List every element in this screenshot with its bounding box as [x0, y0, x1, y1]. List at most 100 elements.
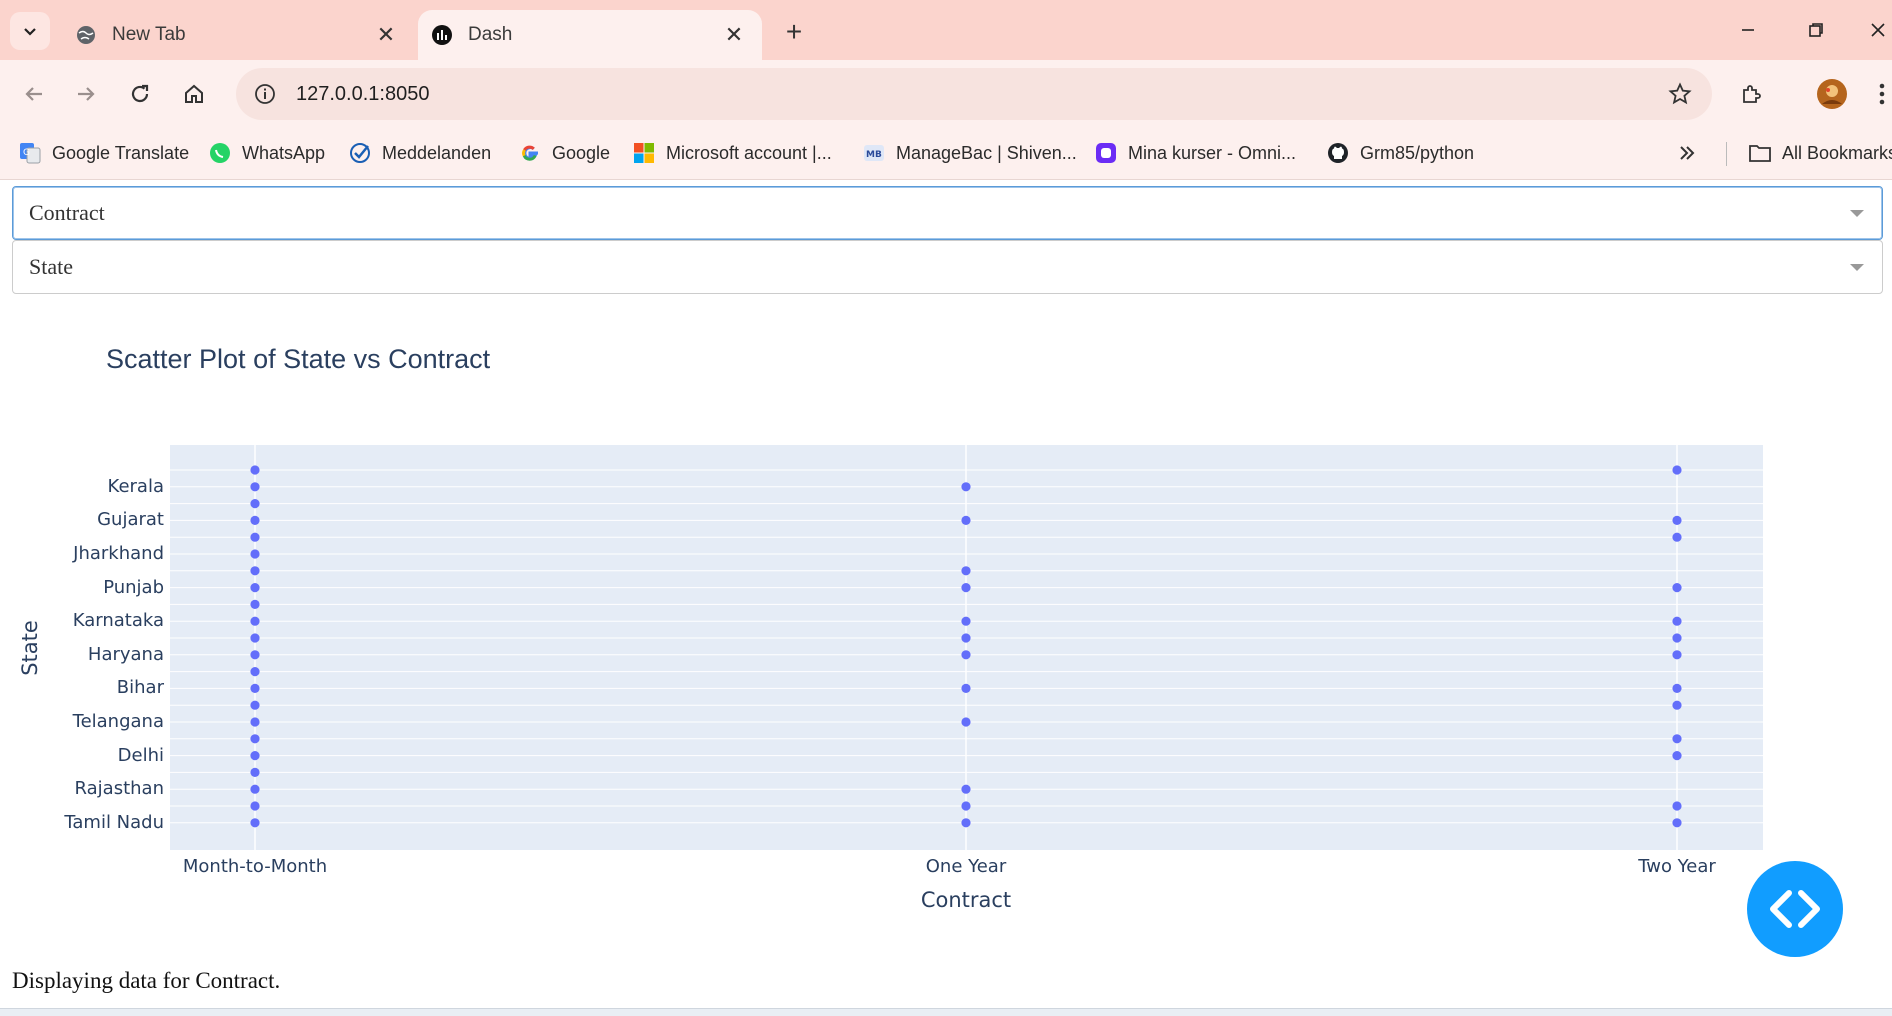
bookmark-microsoft-account[interactable]: Microsoft account |...: [632, 138, 832, 168]
scatter-point[interactable]: [961, 566, 971, 576]
scatter-point[interactable]: [1672, 465, 1682, 475]
scatter-point[interactable]: [250, 767, 260, 777]
bookmark-mina-kurser[interactable]: Mina kurser - Omni...: [1094, 138, 1296, 168]
scatter-point[interactable]: [961, 583, 971, 593]
scatter-point[interactable]: [1672, 532, 1682, 542]
scatter-point[interactable]: [1672, 818, 1682, 828]
y-axis-dropdown[interactable]: State: [12, 240, 1883, 294]
bookmark-google[interactable]: Google: [518, 138, 610, 168]
scatter-point[interactable]: [961, 683, 971, 693]
bookmark-github[interactable]: Grm85/python: [1326, 138, 1474, 168]
y-axis-title: State: [18, 620, 42, 676]
tab-new-tab[interactable]: New Tab ✕: [62, 10, 414, 60]
scatter-chart[interactable]: Scatter Plot of State vs Contract Kerala…: [0, 300, 1892, 940]
scatter-point[interactable]: [1672, 683, 1682, 693]
window-close-button[interactable]: [1864, 12, 1892, 48]
all-bookmarks-label: All Bookmarks: [1782, 142, 1892, 163]
address-url[interactable]: 127.0.0.1:8050: [296, 83, 1660, 106]
scatter-point[interactable]: [961, 801, 971, 811]
scatter-point[interactable]: [1672, 583, 1682, 593]
scatter-point[interactable]: [1672, 616, 1682, 626]
minimize-button[interactable]: [1728, 12, 1768, 48]
bookmark-star-icon[interactable]: [1660, 74, 1700, 114]
scatter-point[interactable]: [961, 784, 971, 794]
close-icon: [1871, 23, 1885, 37]
plot-area[interactable]: [0, 300, 1892, 940]
scatter-point[interactable]: [250, 616, 260, 626]
scatter-point[interactable]: [250, 650, 260, 660]
scatter-point[interactable]: [961, 650, 971, 660]
back-button[interactable]: [14, 74, 54, 114]
bookmark-managebac[interactable]: MB ManageBac | Shiven...: [862, 138, 1077, 168]
scatter-point[interactable]: [250, 465, 260, 475]
close-icon[interactable]: ✕: [372, 21, 400, 49]
scatter-point[interactable]: [250, 482, 260, 492]
y-tick-label: Bihar: [116, 677, 164, 699]
caret-down-icon[interactable]: [1850, 209, 1864, 217]
x-tick-label: One Year: [925, 856, 1007, 877]
scatter-point[interactable]: [961, 515, 971, 525]
bookmarks-overflow-button[interactable]: [1678, 138, 1696, 168]
scatter-point[interactable]: [1672, 700, 1682, 710]
scatter-point[interactable]: [961, 717, 971, 727]
home-button[interactable]: [174, 74, 214, 114]
scatter-point[interactable]: [961, 616, 971, 626]
bookmark-google-translate[interactable]: G Google Translate: [18, 138, 189, 168]
tab-dash[interactable]: Dash ✕: [418, 10, 762, 60]
dash-debug-menu-button[interactable]: [1747, 861, 1843, 957]
tab-title: New Tab: [112, 24, 186, 45]
scatter-point[interactable]: [250, 583, 260, 593]
scatter-point[interactable]: [1672, 751, 1682, 761]
scatter-point[interactable]: [250, 751, 260, 761]
all-bookmarks-button[interactable]: All Bookmarks: [1748, 138, 1892, 168]
scatter-point[interactable]: [250, 683, 260, 693]
extensions-button[interactable]: [1732, 74, 1772, 114]
scatter-point[interactable]: [250, 734, 260, 744]
scatter-point[interactable]: [250, 515, 260, 525]
plus-icon: +: [785, 16, 803, 47]
forward-button[interactable]: [66, 74, 106, 114]
tab-title: Dash: [468, 24, 513, 45]
close-icon[interactable]: ✕: [720, 21, 748, 49]
y-tick-label: Punjab: [103, 576, 164, 598]
scatter-point[interactable]: [1672, 515, 1682, 525]
scatter-point[interactable]: [1672, 633, 1682, 643]
microsoft-icon: [632, 141, 656, 165]
menu-button[interactable]: [1872, 74, 1892, 114]
bookmark-whatsapp[interactable]: WhatsApp: [208, 138, 325, 168]
caret-down-icon[interactable]: [1850, 263, 1864, 271]
site-info-icon[interactable]: [250, 79, 280, 109]
profile-avatar[interactable]: [1812, 74, 1852, 114]
scatter-point[interactable]: [961, 818, 971, 828]
y-tick-label: Telangana: [72, 711, 164, 732]
bookmarks-bar: G Google Translate WhatsApp Meddelanden …: [0, 128, 1892, 180]
restore-icon: [1809, 23, 1823, 37]
scatter-point[interactable]: [250, 499, 260, 509]
scatter-point[interactable]: [250, 599, 260, 609]
reload-button[interactable]: [120, 74, 160, 114]
x-tick-label: Month-to-Month: [182, 856, 328, 877]
bookmark-meddelanden[interactable]: Meddelanden: [348, 138, 491, 168]
new-tab-button[interactable]: +: [776, 14, 812, 50]
scatter-point[interactable]: [250, 566, 260, 576]
scatter-point[interactable]: [250, 700, 260, 710]
restore-button[interactable]: [1796, 12, 1836, 48]
scatter-point[interactable]: [250, 784, 260, 794]
scatter-point[interactable]: [1672, 650, 1682, 660]
folder-icon: [1748, 141, 1772, 165]
scatter-point[interactable]: [250, 717, 260, 727]
x-axis-dropdown-value: Contract: [29, 200, 105, 225]
tab-search-button[interactable]: [10, 12, 50, 50]
address-bar[interactable]: 127.0.0.1:8050: [236, 68, 1712, 120]
scatter-point[interactable]: [250, 801, 260, 811]
scatter-point[interactable]: [250, 532, 260, 542]
scatter-point[interactable]: [250, 667, 260, 677]
scatter-point[interactable]: [1672, 734, 1682, 744]
scatter-point[interactable]: [961, 482, 971, 492]
scatter-point[interactable]: [250, 818, 260, 828]
scatter-point[interactable]: [961, 633, 971, 643]
scatter-point[interactable]: [1672, 801, 1682, 811]
x-axis-dropdown[interactable]: Contract: [12, 186, 1883, 240]
scatter-point[interactable]: [250, 549, 260, 559]
scatter-point[interactable]: [250, 633, 260, 643]
